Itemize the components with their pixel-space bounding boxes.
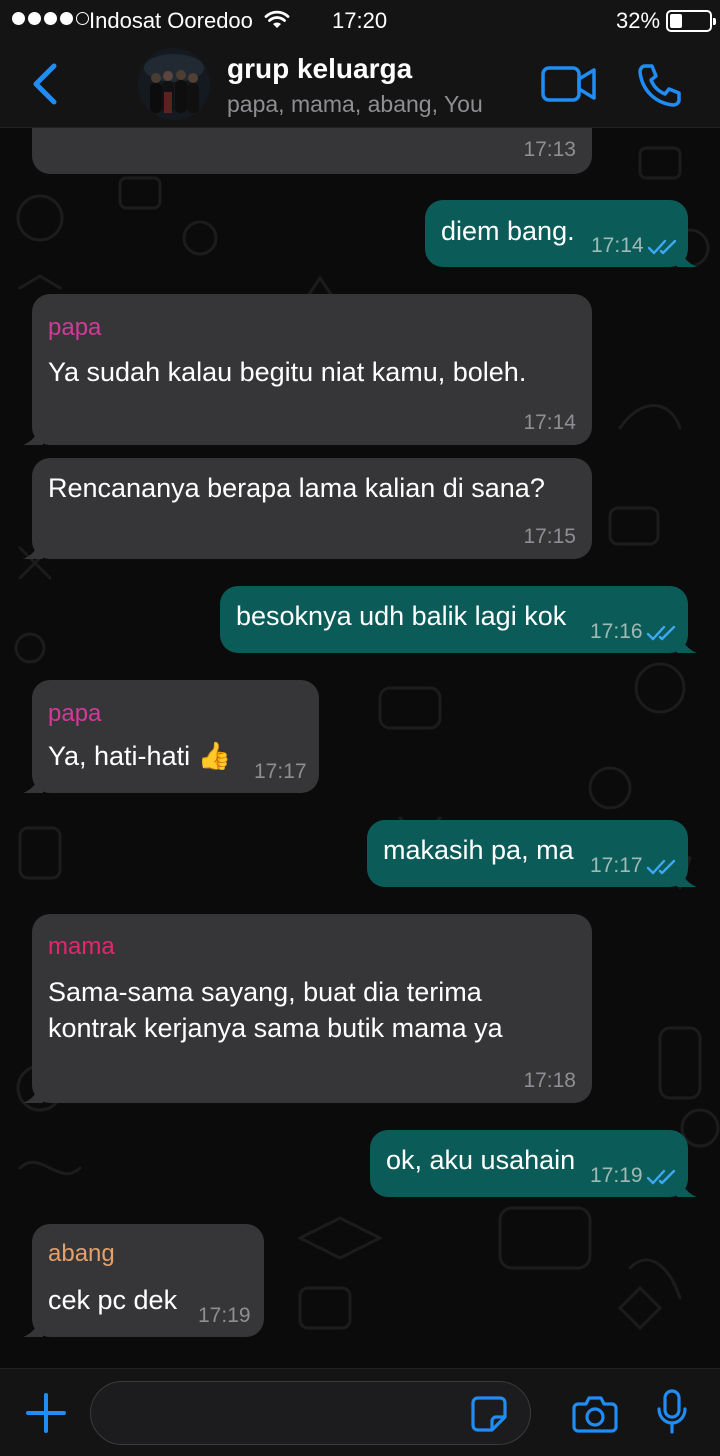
chevron-left-icon	[33, 63, 57, 105]
message-bubble[interactable]: 17:13	[32, 128, 592, 174]
message-time: 17:15	[523, 525, 576, 548]
bubble-tail	[23, 1317, 43, 1337]
microphone-icon	[657, 1389, 687, 1434]
signal-strength-icon	[12, 12, 89, 25]
group-members[interactable]: papa, mama, abang, You	[227, 91, 483, 118]
message-time: 17:17	[254, 760, 307, 783]
message-bubble[interactable]: ok, aku usahain 17:19	[370, 1130, 697, 1197]
chat-header: grup keluarga papa, mama, abang, You	[0, 40, 720, 128]
battery-percent: 32%	[616, 8, 661, 33]
bubble-tail	[677, 247, 697, 267]
message-bubble[interactable]: makasih pa, ma 17:17	[367, 820, 697, 887]
group-title[interactable]: grup keluarga	[227, 53, 412, 85]
message-time: 17:16	[590, 620, 643, 643]
bubble-tail	[677, 1177, 697, 1197]
voice-call-button[interactable]	[636, 62, 682, 113]
camera-button[interactable]	[572, 1395, 618, 1438]
message-input[interactable]	[90, 1381, 531, 1445]
message-bubble[interactable]: besoknya udh balik lagi kok 17:16	[220, 586, 697, 653]
plus-icon	[26, 1393, 66, 1433]
bubble-tail	[23, 425, 43, 445]
clock: 17:20	[332, 8, 388, 33]
battery-icon	[666, 10, 716, 32]
message-bubble[interactable]: abang cek pc dek 17:19	[23, 1224, 264, 1337]
bubble-tail	[677, 633, 697, 653]
bubble-tail	[677, 867, 697, 887]
sender-name[interactable]: papa	[48, 700, 101, 728]
message-time: 17:18	[523, 1069, 576, 1092]
sender-name[interactable]: mama	[48, 933, 115, 961]
message-time: 17:17	[590, 854, 643, 877]
carrier-name: Indosat Ooredoo	[89, 8, 253, 33]
video-camera-icon	[541, 66, 596, 102]
message-list[interactable]: 17:13 diem bang. 17:14 papa Ya sudah kal…	[0, 128, 720, 1368]
message-bubble[interactable]: papa Ya, hati-hati 👍 17:17	[23, 680, 319, 793]
sticker-button[interactable]	[470, 1395, 508, 1438]
message-time: 17:19	[198, 1304, 251, 1327]
message-text: Ya, hati-hati 👍	[48, 741, 232, 771]
battery-fill	[670, 14, 682, 28]
message-text: besoknya udh balik lagi kok	[236, 601, 567, 631]
bubble-tail	[23, 539, 43, 559]
phone-icon	[638, 64, 681, 107]
read-ticks-icon	[647, 239, 677, 255]
read-ticks-icon	[646, 625, 676, 641]
message-bubble[interactable]: diem bang. 17:14	[425, 200, 697, 267]
wifi-icon	[264, 10, 290, 35]
message-bubble[interactable]: mama Sama-sama sayang, buat dia terima k…	[23, 914, 592, 1103]
sticker-icon	[471, 1396, 507, 1432]
bubble-tail	[23, 773, 43, 793]
sender-name[interactable]: abang	[48, 1240, 115, 1268]
message-text: kontrak kerjanya sama butik mama ya	[48, 1013, 503, 1043]
camera-icon	[572, 1396, 618, 1433]
message-bubble[interactable]: papa Ya sudah kalau begitu niat kamu, bo…	[23, 294, 592, 445]
message-text: Sama-sama sayang, buat dia terima	[48, 977, 482, 1007]
message-text: ok, aku usahain	[386, 1145, 576, 1175]
composer-bar	[0, 1368, 720, 1456]
message-text: makasih pa, ma	[383, 835, 574, 865]
message-time: 17:19	[590, 1164, 643, 1187]
status-bar: Indosat Ooredoo 17:20 32%	[0, 0, 720, 40]
video-call-button[interactable]	[540, 64, 598, 109]
message-text: cek pc dek	[48, 1285, 178, 1315]
message-text: Rencananya berapa lama kalian di sana?	[48, 473, 545, 503]
back-button[interactable]	[28, 60, 64, 108]
bubble-tail	[23, 1083, 43, 1103]
message-time: 17:14	[591, 234, 644, 257]
read-ticks-icon	[646, 859, 676, 875]
message-bubble[interactable]: Rencananya berapa lama kalian di sana? 1…	[23, 458, 592, 559]
message-text: Ya sudah kalau begitu niat kamu, boleh.	[48, 357, 527, 387]
message-time: 17:13	[523, 138, 576, 161]
message-text: diem bang.	[441, 216, 575, 246]
read-ticks-icon	[646, 1169, 676, 1185]
sender-name[interactable]: papa	[48, 314, 101, 342]
group-avatar[interactable]	[138, 48, 210, 120]
voice-note-button[interactable]	[656, 1389, 688, 1440]
message-time: 17:14	[523, 411, 576, 434]
attach-button[interactable]	[24, 1391, 68, 1440]
